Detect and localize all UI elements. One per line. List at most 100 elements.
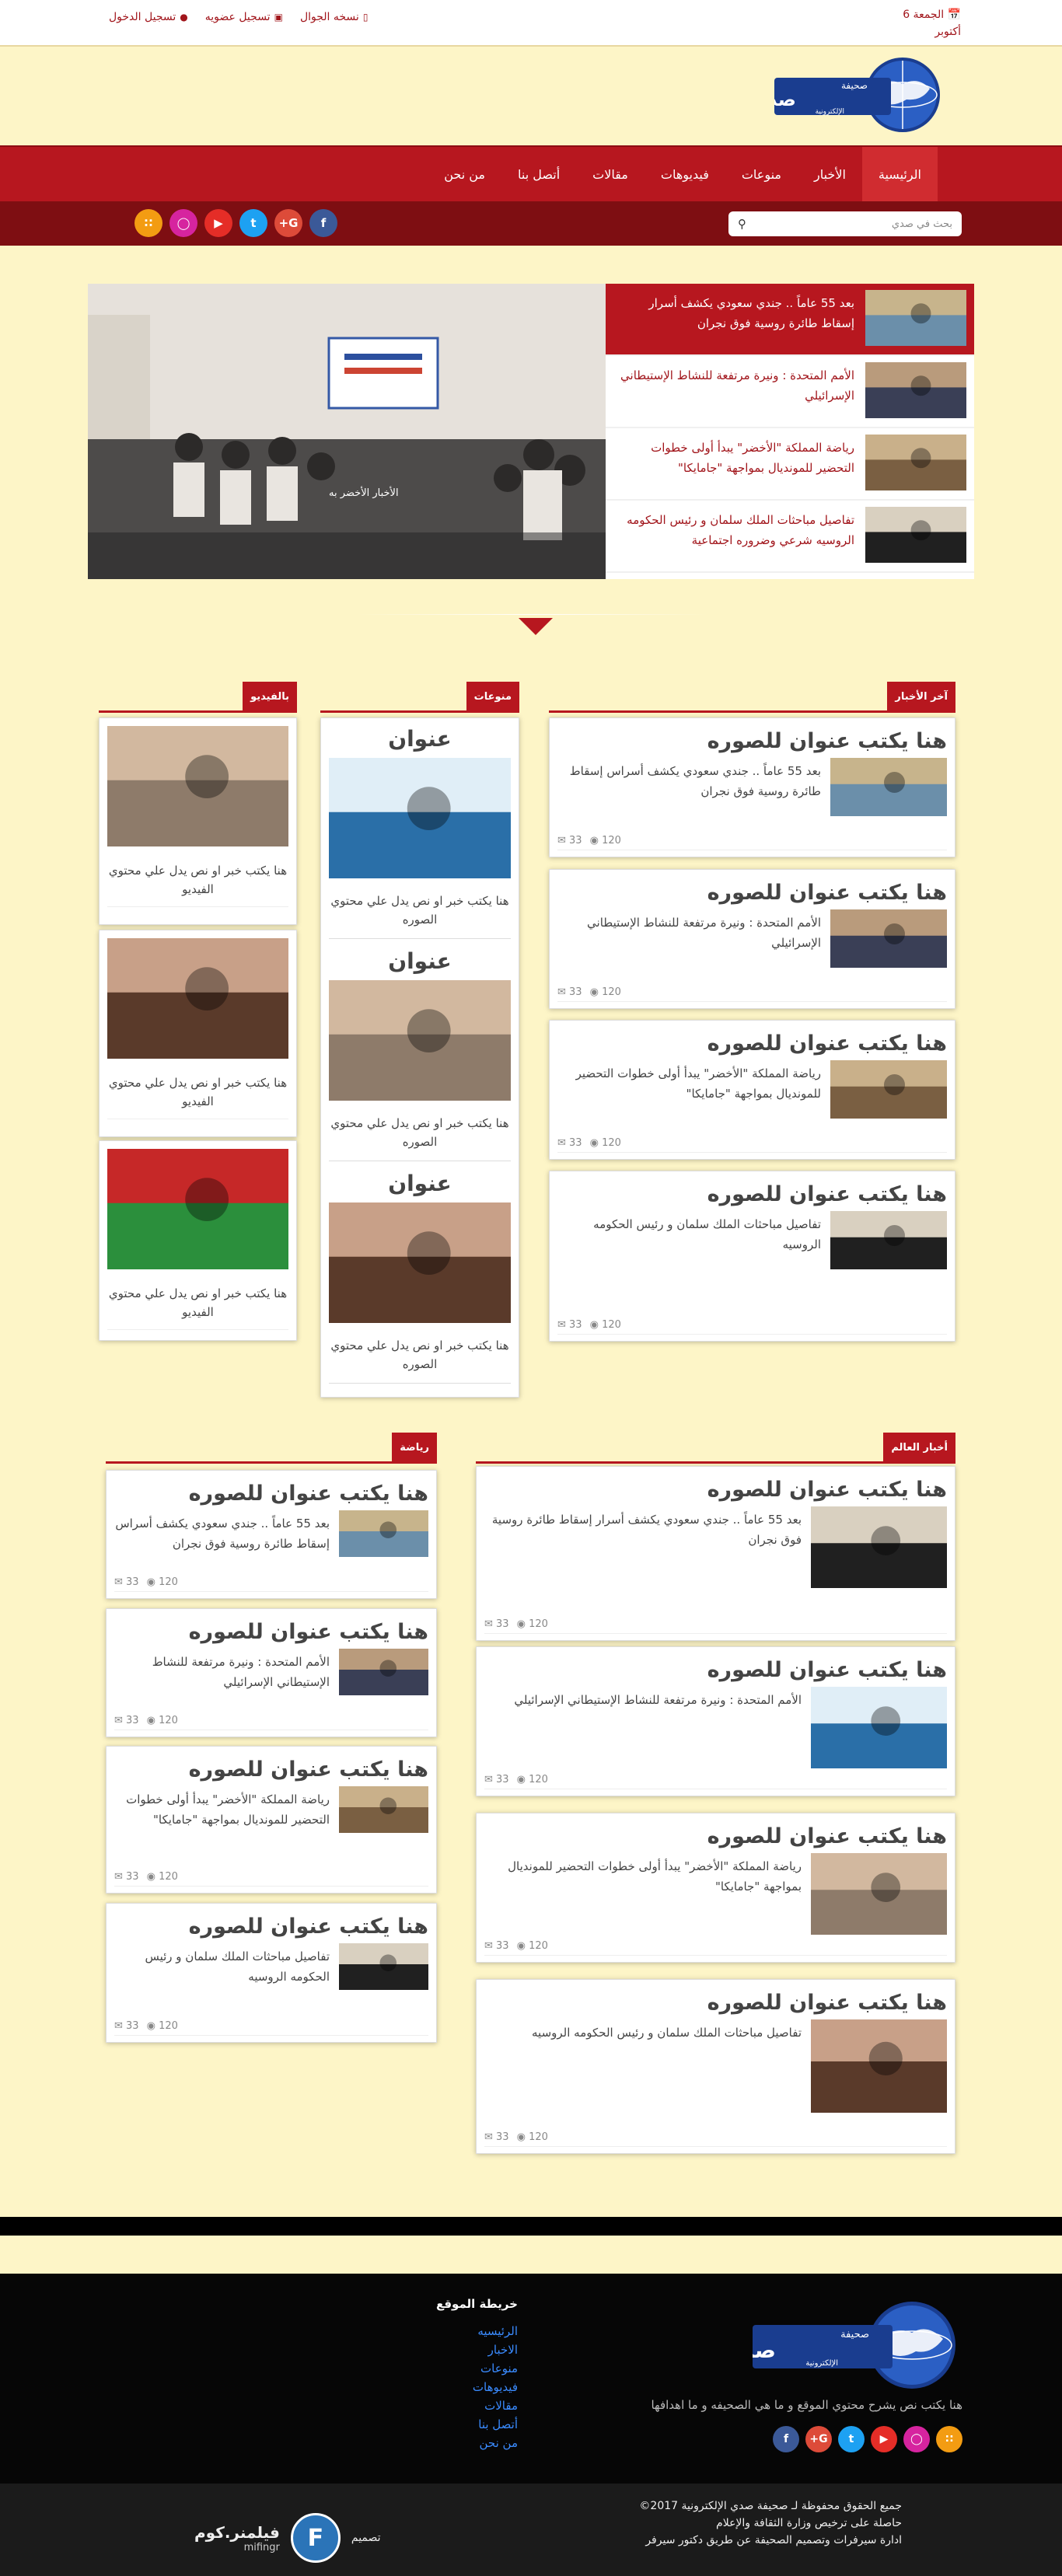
card-title[interactable]: هنا يكتب عنوان للصوره (477, 1980, 955, 2019)
news-card[interactable]: هنا يكتب عنوان للصوره تفاصيل مباحثات المل… (549, 1171, 955, 1342)
card-title[interactable]: هنا يكتب عنوان للصوره (477, 1813, 955, 1853)
card-title[interactable]: هنا يكتب عنوان للصوره (107, 1609, 436, 1649)
slider-thumb[interactable] (865, 362, 966, 418)
facebook-icon[interactable]: f (309, 209, 337, 237)
nav-item[interactable]: من نحن (428, 147, 501, 203)
comments-count: ✉ 33 (557, 986, 582, 998)
news-card[interactable]: هنا يكتب عنوان للصوره رياضة المملكة "الأخ… (476, 1813, 955, 1963)
card-title[interactable]: هنا يكتب عنوان للصوره (550, 718, 955, 758)
card-title[interactable]: هنا يكتب عنوان للصوره (550, 870, 955, 909)
news-card[interactable]: هنا يكتب عنوان للصوره رياضة المملكة "الأخ… (106, 1746, 437, 1894)
card-thumb[interactable] (811, 1506, 947, 1588)
sitemap-link[interactable]: مقالات (436, 2396, 518, 2415)
sitemap-link[interactable]: الرئيسيه (436, 2322, 518, 2340)
variety-thumb[interactable] (329, 980, 511, 1105)
card-title[interactable]: هنا يكتب عنوان للصوره (107, 1904, 436, 1943)
instagram-icon[interactable]: ◯ (169, 209, 197, 237)
footer-logo-icon[interactable]: صحيفة صدى الإلكترونية (753, 2300, 962, 2393)
twitter-icon[interactable]: t (838, 2426, 865, 2452)
slider-item[interactable]: تفاصيل مباحثات الملك سلمان و رئيس الحكوم… (606, 501, 974, 573)
youtube-icon[interactable]: ▶ (871, 2426, 897, 2452)
comments-count: ✉ 33 (484, 2131, 509, 2143)
nav-item[interactable]: الأخبار (798, 147, 862, 203)
nav-item[interactable]: فيديوهات (645, 147, 725, 203)
search-icon[interactable]: ⚲ (738, 217, 746, 231)
sitemap-link[interactable]: منوعات (436, 2359, 518, 2378)
video-thumb[interactable] (107, 938, 288, 1063)
news-card[interactable]: هنا يكتب عنوان للصوره بعد 55 عاماً .. جند… (106, 1470, 437, 1599)
card-thumb[interactable] (811, 2019, 947, 2113)
card-thumb[interactable] (339, 1943, 428, 1990)
card-thumb[interactable] (339, 1786, 428, 1833)
slider-item[interactable]: رياضة المملكة "الأخضر" يبدأ أولى خطوات ا… (606, 428, 974, 501)
news-card[interactable]: هنا يكتب عنوان للصوره تفاصيل مباحثات المل… (476, 1979, 955, 2154)
slider-thumb[interactable] (865, 290, 966, 346)
card-thumb[interactable] (339, 1649, 428, 1695)
news-card[interactable]: هنا يكتب عنوان للصوره بعد 55 عاماً .. جند… (476, 1466, 955, 1641)
facebook-icon[interactable]: f (773, 2426, 799, 2452)
register-link[interactable]: ▣ تسجيل عضويه (205, 11, 283, 23)
rss-icon[interactable]: ∷ (936, 2426, 962, 2452)
card-thumb[interactable] (830, 909, 947, 968)
video-thumb[interactable] (107, 726, 288, 850)
card-title[interactable]: هنا يكتب عنوان للصوره (477, 1467, 955, 1506)
svg-text:صدى: صدى (753, 2337, 776, 2363)
card-title[interactable]: هنا يكتب عنوان للصوره (550, 1171, 955, 1211)
comments-value: 33 (496, 2131, 509, 2143)
slider-thumb[interactable] (865, 435, 966, 490)
login-link[interactable]: ● تسجيل الدخول (109, 11, 188, 23)
slider-thumb[interactable] (865, 507, 966, 563)
nav-item[interactable]: مقالات (576, 147, 645, 203)
news-card[interactable]: هنا يكتب عنوان للصوره رياضة المملكة "الأخ… (549, 1020, 955, 1160)
slider-item[interactable]: الأمم المتحدة : ونيرة مرتفعة للنشاط الإس… (606, 356, 974, 428)
slider-main-image[interactable]: الأخبار الأخضر به (88, 284, 606, 579)
copyright: جميع الحقوق محفوظة لـ صحيفة صدي الإلكترو… (639, 2497, 902, 2549)
nav-item[interactable]: أتصل بنا (501, 147, 576, 203)
twitter-icon[interactable]: t (239, 209, 267, 237)
card-thumb[interactable] (830, 1211, 947, 1269)
card-thumb[interactable] (811, 1687, 947, 1768)
news-card[interactable]: هنا يكتب عنوان للصوره الأمم المتحدة : وني… (549, 869, 955, 1009)
card-thumb[interactable] (811, 1853, 947, 1935)
site-logo[interactable]: صحيفة صدى الإلكترونية (750, 54, 945, 135)
card-title[interactable]: هنا يكتب عنوان للصوره (107, 1471, 436, 1510)
news-card[interactable]: هنا يكتب عنوان للصوره تفاصيل مباحثات المل… (106, 1903, 437, 2043)
sitemap-link[interactable]: الاخبار (436, 2340, 518, 2359)
instagram-icon[interactable]: ◯ (903, 2426, 930, 2452)
search-box[interactable]: بحث في صدي ⚲ (728, 211, 962, 236)
card-body: الأمم المتحدة : ونيرة مرتفعة للنشاط الإس… (550, 909, 955, 968)
video-card[interactable]: هنا يكتب خبر او نص يدل علي محتوي الفيديو (99, 1140, 297, 1341)
news-card[interactable]: هنا يكتب عنوان للصوره الأمم المتحدة : وني… (106, 1608, 437, 1737)
nav-item[interactable]: الرئيسية (861, 147, 938, 203)
card-thumb[interactable] (830, 1060, 947, 1119)
nav-item[interactable]: منوعات (725, 147, 798, 203)
variety-title[interactable]: عنوان (329, 947, 511, 980)
card-title[interactable]: هنا يكتب عنوان للصوره (477, 1647, 955, 1687)
down-arrow-icon[interactable] (519, 618, 553, 635)
card-meta: ✉ 33 ◉ 120 (114, 1715, 428, 1730)
card-title[interactable]: هنا يكتب عنوان للصوره (550, 1021, 955, 1060)
sitemap-link[interactable]: أتصل بنا (436, 2415, 518, 2434)
card-title[interactable]: هنا يكتب عنوان للصوره (107, 1747, 436, 1786)
variety-title[interactable]: عنوان (329, 1169, 511, 1202)
mobile-link[interactable]: ▯ نسخه الجوال (300, 11, 368, 23)
design-credit[interactable]: تصميم F فيلمنر.كوم mifingr (194, 2513, 381, 2563)
sitemap-link[interactable]: فيديوهات (436, 2378, 518, 2396)
rss-icon[interactable]: ∷ (134, 209, 162, 237)
sitemap-link[interactable]: من نحن (436, 2434, 519, 2452)
youtube-icon[interactable]: ▶ (204, 209, 232, 237)
video-card[interactable]: هنا يكتب خبر او نص يدل علي محتوي الفيديو (99, 930, 297, 1137)
card-thumb[interactable] (830, 758, 947, 816)
google-plus-icon[interactable]: G+ (274, 209, 302, 237)
google-plus-icon[interactable]: G+ (805, 2426, 832, 2452)
news-card[interactable]: هنا يكتب عنوان للصوره الأمم المتحدة : وني… (476, 1646, 955, 1796)
video-card[interactable]: هنا يكتب خبر او نص يدل علي محتوي الفيديو (99, 717, 297, 925)
slider-item[interactable]: بعد 55 عاماً .. جندي سعودي يكشف أسرار إس… (606, 284, 974, 356)
news-card[interactable]: هنا يكتب عنوان للصوره بعد 55 عاماً .. جند… (549, 717, 955, 857)
card-text: بعد 55 عاماً .. جندي سعودي يكشف أسراس إس… (115, 1517, 330, 1551)
video-thumb[interactable] (107, 1149, 288, 1273)
variety-thumb[interactable] (329, 758, 511, 882)
card-thumb[interactable] (339, 1510, 428, 1557)
variety-title[interactable]: عنوان (329, 724, 511, 758)
variety-thumb[interactable] (329, 1202, 511, 1327)
